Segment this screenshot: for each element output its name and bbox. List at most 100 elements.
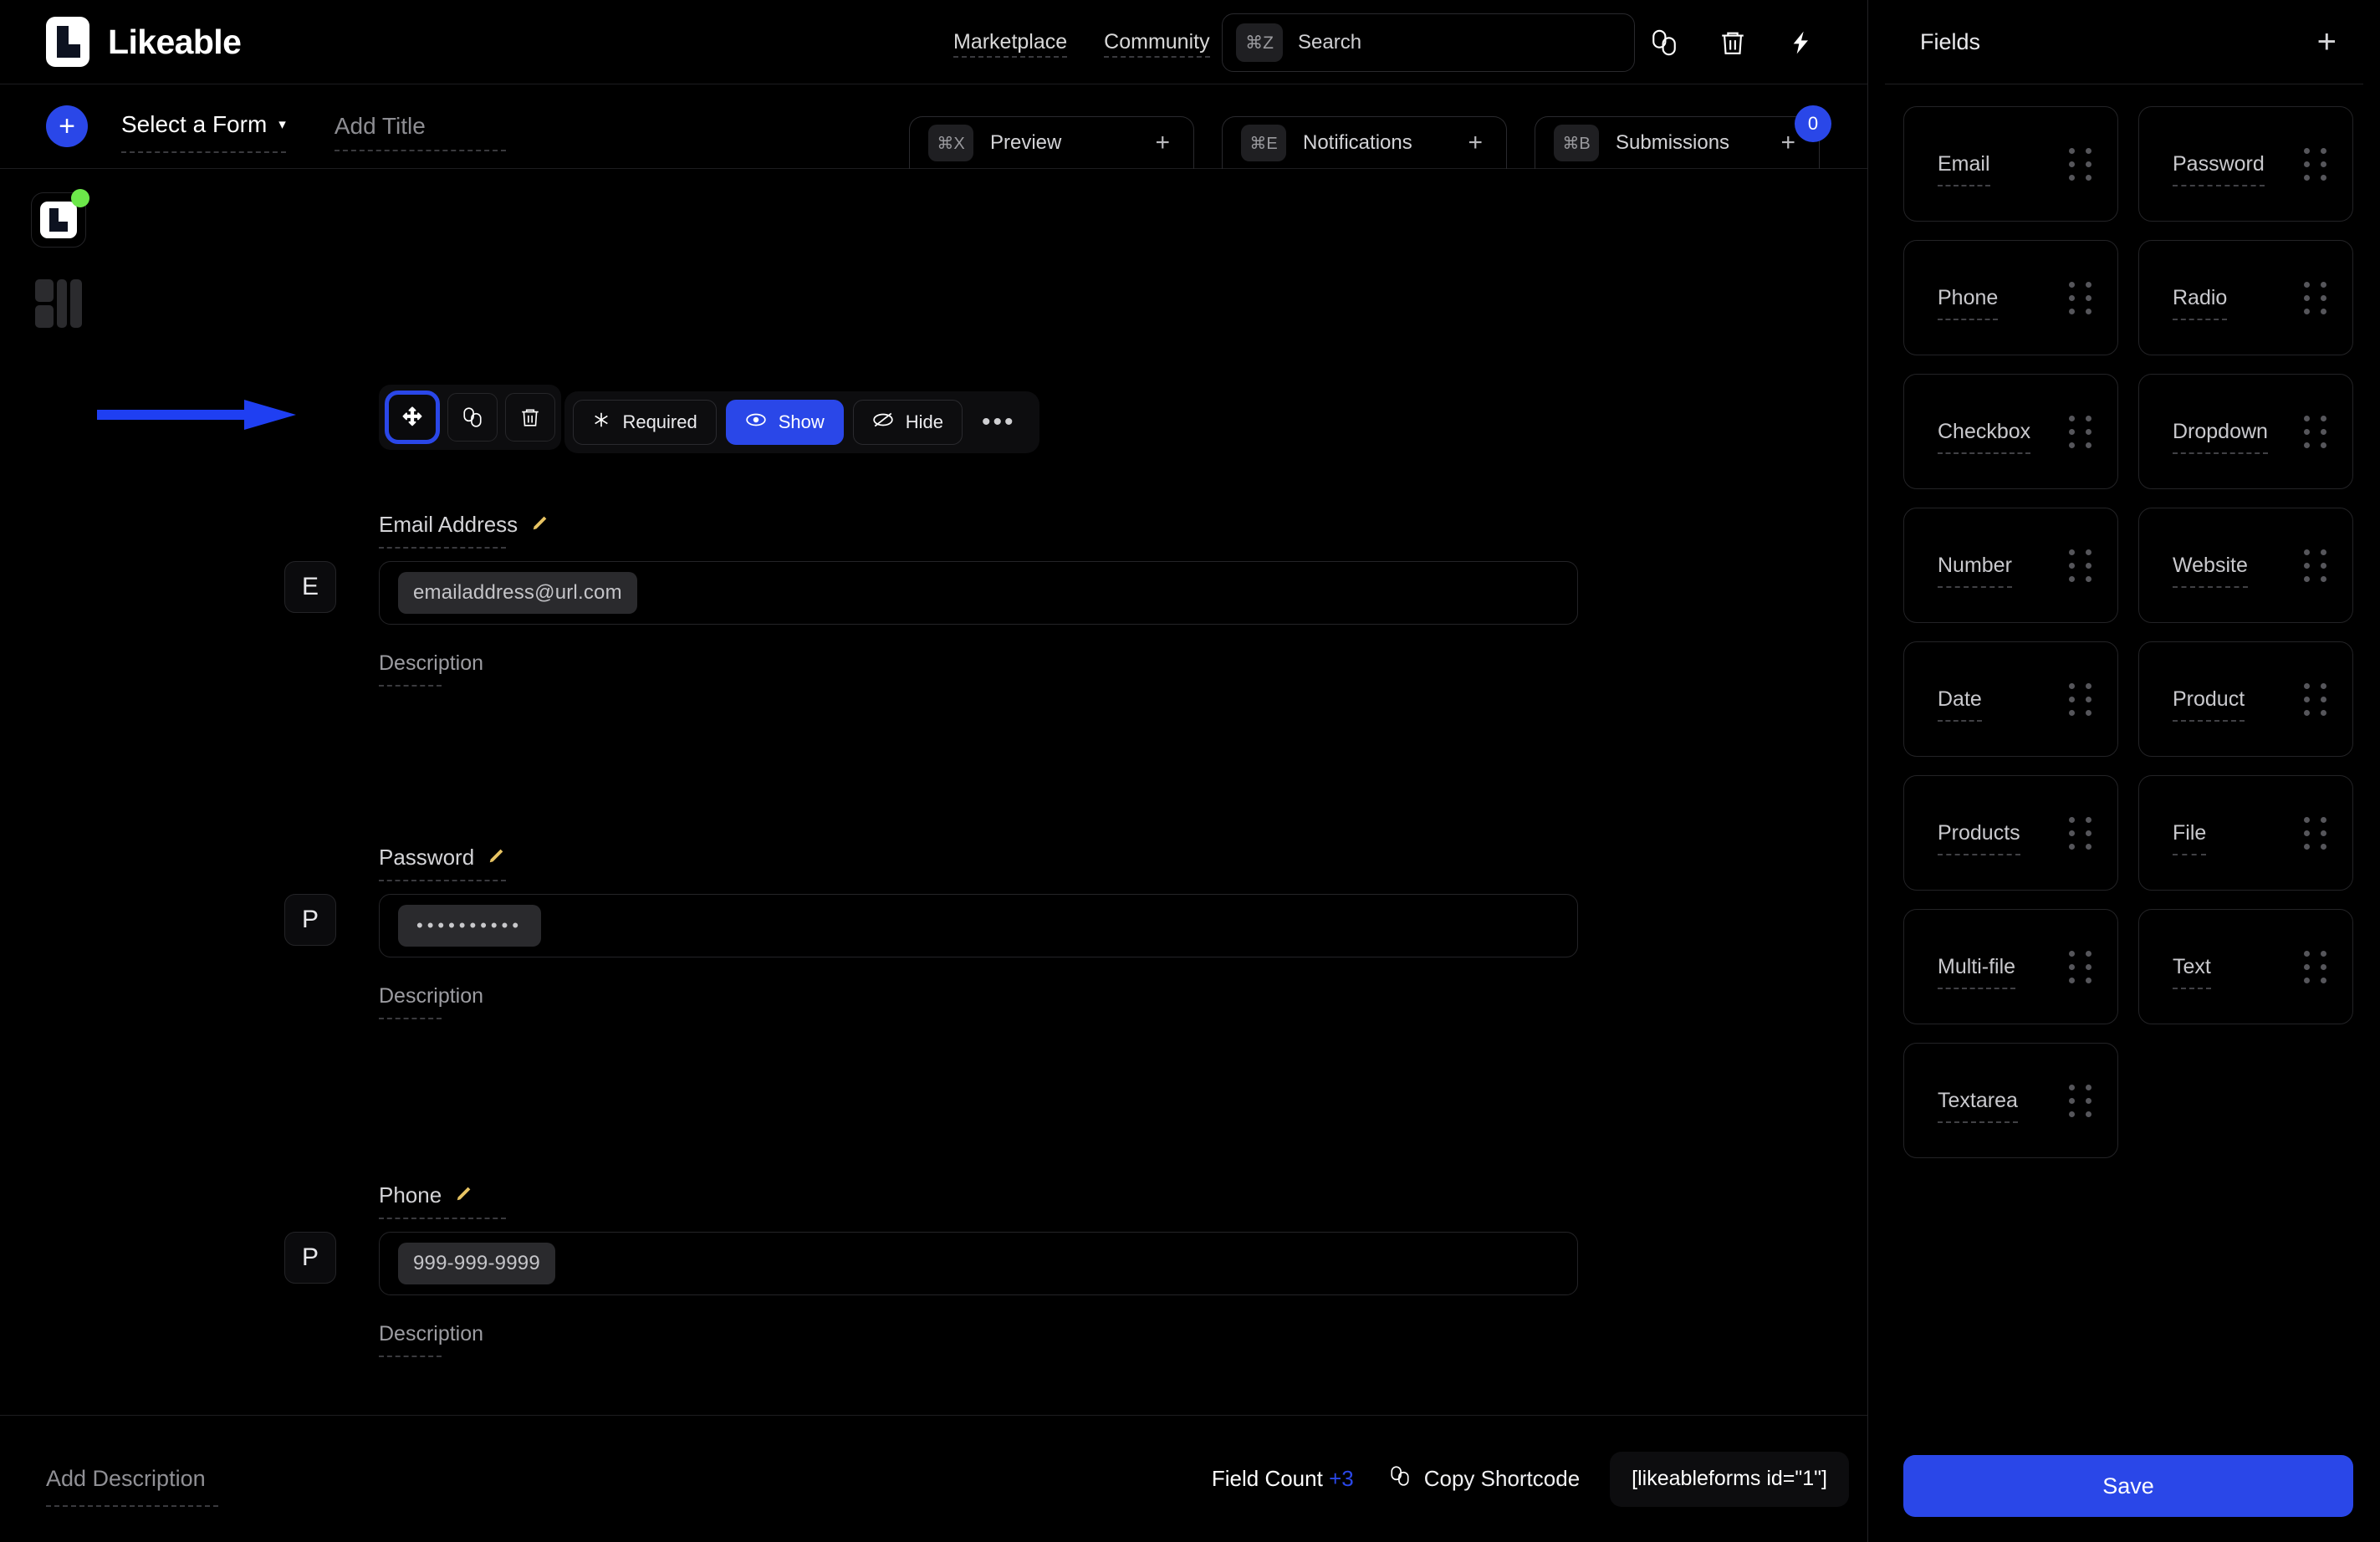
field-card-products[interactable]: Products [1903, 775, 2118, 891]
drag-handle-icon[interactable] [2069, 415, 2092, 448]
tab-notifications[interactable]: ⌘E Notifications + [1222, 116, 1507, 169]
drag-handle-icon[interactable] [2304, 147, 2327, 181]
field-card-file[interactable]: File [2138, 775, 2353, 891]
copy-icon [1389, 1465, 1411, 1493]
rail-workspace-logo[interactable] [31, 189, 89, 248]
drag-handle-icon[interactable] [2304, 682, 2327, 716]
field-card-label: Text [2173, 954, 2211, 989]
field-action-toolbar: Required Show Hide ••• [379, 385, 1039, 453]
tab-notifications-add-icon[interactable]: + [1468, 130, 1483, 156]
field-card-website[interactable]: Website [2138, 508, 2353, 623]
field-input[interactable]: 999-999-9999 [379, 1232, 1578, 1295]
field-count-label: Field Count [1211, 1466, 1323, 1491]
pencil-icon[interactable] [531, 512, 549, 538]
form-field-phone: P Phone 999-999-9999 Description [284, 1182, 1867, 1357]
search-shortcut-badge: ⌘Z [1236, 23, 1283, 62]
required-toggle[interactable]: Required [573, 400, 717, 445]
field-type-badge: E [284, 561, 336, 613]
pencil-icon[interactable] [488, 845, 506, 871]
field-card-email[interactable]: Email [1903, 106, 2118, 222]
layout-grid-icon[interactable] [35, 279, 82, 328]
drag-handle-icon[interactable] [2304, 415, 2327, 448]
search-input[interactable]: ⌘Z Search [1222, 13, 1635, 72]
field-action-buttons [379, 385, 561, 450]
drag-handle-icon[interactable] [2304, 950, 2327, 983]
duplicate-icon[interactable] [447, 393, 498, 442]
drag-handle-icon[interactable] [2304, 816, 2327, 850]
field-card-text[interactable]: Text [2138, 909, 2353, 1024]
form-header-bar: + Select a Form ▾ Add Title ⌘X Preview +… [0, 84, 1867, 169]
form-field-email: E Email Address emailaddress@url.com Des… [284, 512, 1867, 826]
form-description-input[interactable]: Add Description [46, 1466, 218, 1507]
form-canvas: Required Show Hide ••• E Email Address e… [97, 169, 1867, 1415]
field-description-input[interactable]: Description [379, 1322, 483, 1357]
field-card-label: Website [2173, 553, 2248, 588]
delete-icon[interactable] [505, 393, 555, 442]
copy-shortcode-button[interactable]: Copy Shortcode [1389, 1465, 1580, 1493]
drag-handle-icon[interactable] [2069, 147, 2092, 181]
eye-icon [745, 411, 767, 434]
hide-toggle[interactable]: Hide [852, 400, 963, 445]
field-card-radio[interactable]: Radio [2138, 240, 2353, 355]
field-input[interactable]: •••••••••• [379, 894, 1578, 957]
left-rail [0, 169, 117, 1415]
field-card-date[interactable]: Date [1903, 641, 2118, 757]
field-card-dropdown[interactable]: Dropdown [2138, 374, 2353, 489]
tab-submissions-add-icon[interactable]: + [1780, 130, 1795, 156]
field-label[interactable]: Phone [379, 1182, 507, 1219]
nav-link-marketplace[interactable]: Marketplace [935, 0, 1085, 84]
drag-handle-icon[interactable] [2069, 281, 2092, 314]
top-navigation: Marketplace Community [935, 0, 1228, 84]
form-title-input[interactable]: Add Title [334, 113, 506, 151]
form-selector-label: Select a Form [121, 111, 268, 137]
shortcode-value[interactable]: [likeableforms id="1"] [1610, 1451, 1849, 1507]
field-type-badge: P [284, 894, 336, 946]
trash-icon[interactable] [1716, 26, 1749, 59]
more-options-icon[interactable]: ••• [972, 410, 1026, 435]
field-card-password[interactable]: Password [2138, 106, 2353, 222]
drag-handle-icon[interactable] [2304, 549, 2327, 582]
field-card-label: Products [1938, 820, 2020, 855]
field-card-number[interactable]: Number [1903, 508, 2118, 623]
drag-handle-icon[interactable] [2069, 682, 2092, 716]
field-type-badge: P [284, 1232, 336, 1284]
field-visibility-options: Required Show Hide ••• [564, 391, 1039, 453]
field-input[interactable]: emailaddress@url.com [379, 561, 1578, 625]
brand-name: Likeable [108, 22, 242, 61]
drag-handle-icon[interactable] [2304, 281, 2327, 314]
drag-handle-icon[interactable] [2069, 549, 2092, 582]
field-label-text: Phone [379, 1182, 442, 1208]
pencil-icon[interactable] [455, 1182, 473, 1208]
copy-shortcode-label: Copy Shortcode [1423, 1466, 1581, 1491]
brand[interactable]: Likeable [0, 17, 242, 67]
drag-handle-icon[interactable] [2069, 950, 2092, 983]
field-description-input[interactable]: Description [379, 984, 483, 1019]
tab-preview[interactable]: ⌘X Preview + [909, 116, 1194, 169]
field-card-product[interactable]: Product [2138, 641, 2353, 757]
tab-submissions[interactable]: ⌘B Submissions + 0 [1535, 105, 1831, 169]
field-description-input[interactable]: Description [379, 651, 483, 687]
field-card-label: Date [1938, 687, 1982, 722]
lightning-icon[interactable] [1785, 26, 1818, 59]
show-toggle[interactable]: Show [725, 400, 844, 445]
field-card-textarea[interactable]: Textarea [1903, 1043, 2118, 1158]
save-button[interactable]: Save [1903, 1455, 2353, 1517]
annotation-arrow [97, 398, 306, 431]
drag-handle-icon[interactable] [2069, 816, 2092, 850]
field-card-phone[interactable]: Phone [1903, 240, 2118, 355]
copy-icon[interactable] [1647, 26, 1681, 59]
drag-handle-icon[interactable] [2069, 1084, 2092, 1117]
move-handle-icon[interactable] [385, 391, 440, 444]
tab-preview-add-icon[interactable]: + [1155, 130, 1170, 156]
field-label[interactable]: Email Address [379, 512, 549, 549]
nav-link-community[interactable]: Community [1085, 0, 1228, 84]
add-form-button[interactable]: + [46, 105, 88, 147]
field-label[interactable]: Password [379, 845, 507, 881]
field-card-label: Product [2173, 687, 2245, 722]
form-fields-list: E Email Address emailaddress@url.com Des… [284, 512, 1867, 1365]
field-card-checkbox[interactable]: Checkbox [1903, 374, 2118, 489]
plus-icon[interactable]: + [2317, 25, 2337, 59]
field-card-multi-file[interactable]: Multi-file [1903, 909, 2118, 1024]
form-selector[interactable]: Select a Form ▾ [121, 111, 286, 153]
tab-notifications-label: Notifications [1303, 131, 1412, 154]
